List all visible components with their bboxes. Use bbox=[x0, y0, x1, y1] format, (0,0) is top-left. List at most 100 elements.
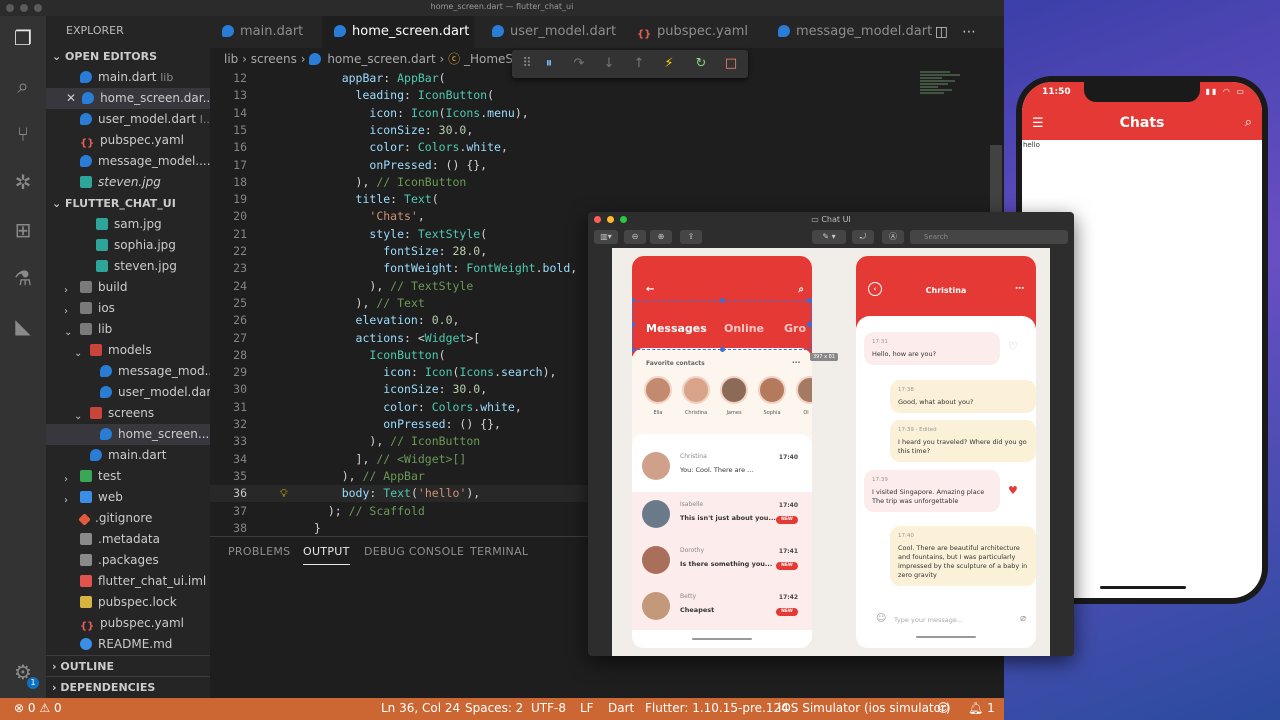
avatar bbox=[644, 376, 672, 404]
pause-icon[interactable]: ⏸ bbox=[540, 54, 558, 74]
problems-status[interactable]: ⊗ 0 ⚠ 0 bbox=[14, 701, 62, 715]
tab-terminal[interactable]: TERMINAL bbox=[470, 545, 528, 558]
feedback-icon[interactable]: ☺ bbox=[937, 701, 950, 715]
tree-item[interactable]: ⌄ models bbox=[46, 340, 210, 361]
tree-item-selected[interactable]: home_screen.... bbox=[46, 424, 210, 445]
open-editor-main-dart[interactable]: main.dart lib bbox=[46, 67, 210, 88]
tab-main-dart[interactable]: main.dart bbox=[210, 16, 322, 48]
open-editor-pubspec[interactable]: {} pubspec.yaml bbox=[46, 130, 210, 151]
project-header[interactable]: ⌄ FLUTTER_CHAT_UI bbox=[46, 193, 210, 214]
tree-item[interactable]: sam.jpg bbox=[46, 214, 210, 235]
cursor-position[interactable]: Ln 36, Col 24 bbox=[381, 701, 460, 715]
tree-item[interactable]: main.dart bbox=[46, 445, 210, 466]
selection-rectangle[interactable] bbox=[632, 300, 812, 350]
debug-icon[interactable]: ✲ bbox=[11, 170, 35, 194]
open-editor-steven-jpg[interactable]: steven.jpg bbox=[46, 172, 210, 193]
tree-item[interactable]: ⌄ screens bbox=[46, 403, 210, 424]
open-editor-message-model[interactable]: message_model.... bbox=[46, 151, 210, 172]
tab-pubspec-yaml[interactable]: {} pubspec.yaml bbox=[625, 16, 765, 48]
open-editors-header[interactable]: ⌄ OPEN EDITORS bbox=[46, 46, 210, 67]
tree-item[interactable]: README.md bbox=[46, 634, 210, 655]
tree-item[interactable]: user_model.dart bbox=[46, 382, 210, 403]
selection-handle[interactable] bbox=[807, 298, 812, 303]
markup-pen-icon[interactable]: ✎ ▾ bbox=[812, 230, 846, 244]
tab-output[interactable]: OUTPUT bbox=[303, 545, 350, 565]
editor-scrollbar[interactable] bbox=[990, 145, 1002, 215]
code-line[interactable]: 14 icon: Icon(Icons.menu), bbox=[210, 105, 990, 122]
breadcrumb-file[interactable]: home_screen.dart bbox=[327, 52, 435, 66]
selection-handle[interactable] bbox=[720, 298, 725, 303]
zoom-out-icon[interactable]: ⊖ bbox=[624, 230, 646, 244]
step-over-icon[interactable]: ↷ bbox=[570, 54, 588, 74]
tree-item[interactable]: .packages bbox=[46, 550, 210, 571]
home-indicator[interactable] bbox=[1100, 586, 1186, 589]
outline-header[interactable]: › OUTLINE bbox=[46, 655, 210, 676]
tree-item[interactable]: steven.jpg bbox=[46, 256, 210, 277]
tree-item[interactable]: › ios bbox=[46, 298, 210, 319]
tree-item[interactable]: sophia.jpg bbox=[46, 235, 210, 256]
zoom-in-icon[interactable]: ⊕ bbox=[650, 230, 672, 244]
code-line[interactable]: 17 onPressed: () {}, bbox=[210, 157, 990, 174]
breadcrumb-symbol[interactable]: _HomeS bbox=[464, 52, 513, 66]
tab-problems[interactable]: PROBLEMS bbox=[228, 545, 290, 558]
preview-canvas[interactable]: ← ⌕ Messages Online Gro Favorite contact… bbox=[612, 248, 1050, 656]
search-icon[interactable]: ⌕ bbox=[11, 74, 35, 98]
minimap[interactable] bbox=[920, 70, 986, 130]
search-icon[interactable]: ⌕ bbox=[1245, 115, 1252, 130]
tree-item[interactable]: › build bbox=[46, 277, 210, 298]
language-mode[interactable]: Dart bbox=[608, 701, 634, 715]
code-line[interactable]: 18 ), // IconButton bbox=[210, 174, 990, 191]
tree-item[interactable]: ⌄ lib bbox=[46, 319, 210, 340]
dependencies-header[interactable]: › DEPENDENCIES bbox=[46, 676, 210, 697]
source-control-icon[interactable]: ⑂ bbox=[11, 122, 35, 146]
selection-handle[interactable] bbox=[720, 347, 725, 352]
tree-item[interactable]: {} pubspec.yaml bbox=[46, 613, 210, 634]
tree-item[interactable]: › web bbox=[46, 487, 210, 508]
close-icon[interactable]: ✕ bbox=[66, 91, 76, 105]
split-editor-icon[interactable]: ◫ bbox=[935, 24, 962, 40]
code-line[interactable]: 13 leading: IconButton( bbox=[210, 87, 990, 104]
notifications[interactable]: 🔔︎ 1 bbox=[968, 701, 995, 715]
encoding[interactable]: UTF-8 bbox=[531, 701, 566, 715]
tree-item[interactable]: flutter_chat_ui.iml bbox=[46, 571, 210, 592]
selection-handle[interactable] bbox=[807, 322, 812, 327]
indentation[interactable]: Spaces: 2 bbox=[465, 701, 523, 715]
step-out-icon[interactable]: ↑ bbox=[630, 54, 648, 74]
share-icon[interactable]: ⇪ bbox=[680, 230, 702, 244]
extensions-icon[interactable]: ⊞ bbox=[11, 218, 35, 242]
tab-debug-console[interactable]: DEBUG CONSOLE bbox=[364, 545, 464, 558]
tree-item[interactable]: .metadata bbox=[46, 529, 210, 550]
hot-reload-icon[interactable]: ⚡ bbox=[660, 54, 678, 74]
code-line[interactable]: 16 color: Colors.white, bbox=[210, 139, 990, 156]
sidebar-toggle-icon[interactable]: ▥▾ bbox=[594, 230, 618, 244]
rotate-icon[interactable]: ⤾ bbox=[852, 230, 874, 244]
tab-user-model-dart[interactable]: user_model.dart bbox=[480, 16, 620, 48]
flutter-version[interactable]: Flutter: 1.10.15-pre.124 bbox=[645, 701, 789, 715]
stop-icon[interactable]: □ bbox=[722, 54, 740, 74]
testing-icon[interactable]: ⚗ bbox=[11, 266, 35, 290]
tab-message-model-dart[interactable]: message_model.dart bbox=[766, 16, 932, 48]
open-editor-home-screen[interactable]: ✕ home_screen.dar... bbox=[46, 88, 210, 109]
explorer-icon[interactable]: ❐ bbox=[11, 26, 35, 50]
open-editor-user-model[interactable]: user_model.dart l... bbox=[46, 109, 210, 130]
lightbulb-icon[interactable]: 💡︎ bbox=[280, 488, 292, 500]
breadcrumb-lib[interactable]: lib bbox=[224, 52, 238, 66]
tab-home-screen-dart[interactable]: home_screen.dart bbox=[322, 16, 474, 48]
code-line[interactable]: 15 iconSize: 30.0, bbox=[210, 122, 990, 139]
tree-item[interactable]: .gitignore bbox=[46, 508, 210, 529]
tree-item[interactable]: pubspec.lock bbox=[46, 592, 210, 613]
annotate-icon[interactable]: Ⓐ bbox=[882, 230, 904, 244]
more-actions-icon[interactable]: ⋯ bbox=[962, 24, 990, 40]
flutter-icon[interactable]: ◣ bbox=[11, 314, 35, 338]
preview-search-input[interactable]: Search bbox=[910, 230, 1068, 244]
device-selector[interactable]: iOS Simulator (ios simulator) bbox=[778, 701, 951, 715]
breadcrumb-screens[interactable]: screens bbox=[251, 52, 297, 66]
restart-icon[interactable]: ↻ bbox=[692, 54, 710, 74]
tree-item[interactable]: message_mod... bbox=[46, 361, 210, 382]
tree-item[interactable]: › test bbox=[46, 466, 210, 487]
line-endings[interactable]: LF bbox=[580, 701, 594, 715]
code-line[interactable]: 19 title: Text( bbox=[210, 191, 990, 208]
step-into-icon[interactable]: ↓ bbox=[600, 54, 618, 74]
line-number: 12 bbox=[233, 71, 247, 85]
drag-handle-icon[interactable]: ⠿ bbox=[518, 54, 536, 74]
